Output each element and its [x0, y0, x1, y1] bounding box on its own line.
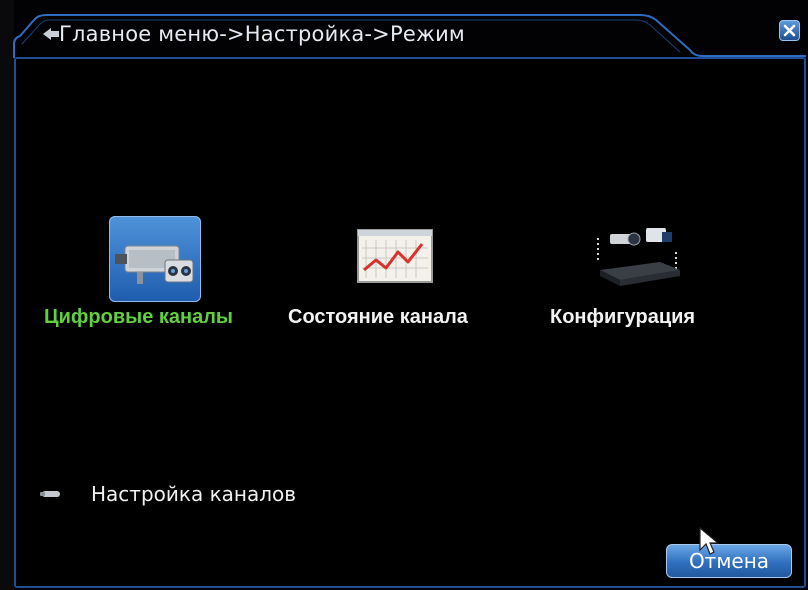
menu-item-configuration[interactable]: [590, 222, 686, 292]
sub-item-channel-setup[interactable]: Настройка каналов: [40, 480, 296, 508]
mouse-cursor-icon: [699, 526, 720, 555]
menu-label-channel-status[interactable]: Состояние канала: [288, 306, 468, 329]
camera-icon: [115, 245, 194, 284]
menu-item-channel-status[interactable]: [356, 226, 436, 286]
breadcrumb-title: Главное меню->Настройка->Режим: [59, 22, 465, 46]
window-edge: [0, 0, 14, 590]
back-arrow-icon: [43, 28, 59, 40]
devices-config-icon: [597, 228, 680, 286]
sub-item-label: Настройка каналов: [91, 482, 297, 506]
close-x-icon: [783, 24, 796, 37]
menu-label-digital-channels[interactable]: Цифровые каналы: [44, 306, 233, 329]
cancel-button[interactable]: Отмена: [666, 544, 792, 578]
menu-item-digital-channels[interactable]: [109, 216, 201, 302]
bullet-icon: [40, 491, 60, 497]
close-button[interactable]: [779, 20, 800, 41]
menu-label-configuration[interactable]: Конфигурация: [550, 306, 695, 329]
chart-icon: [357, 229, 433, 283]
dvr-settings-window: Главное меню->Настройка->Режим Цифровые …: [0, 0, 808, 590]
